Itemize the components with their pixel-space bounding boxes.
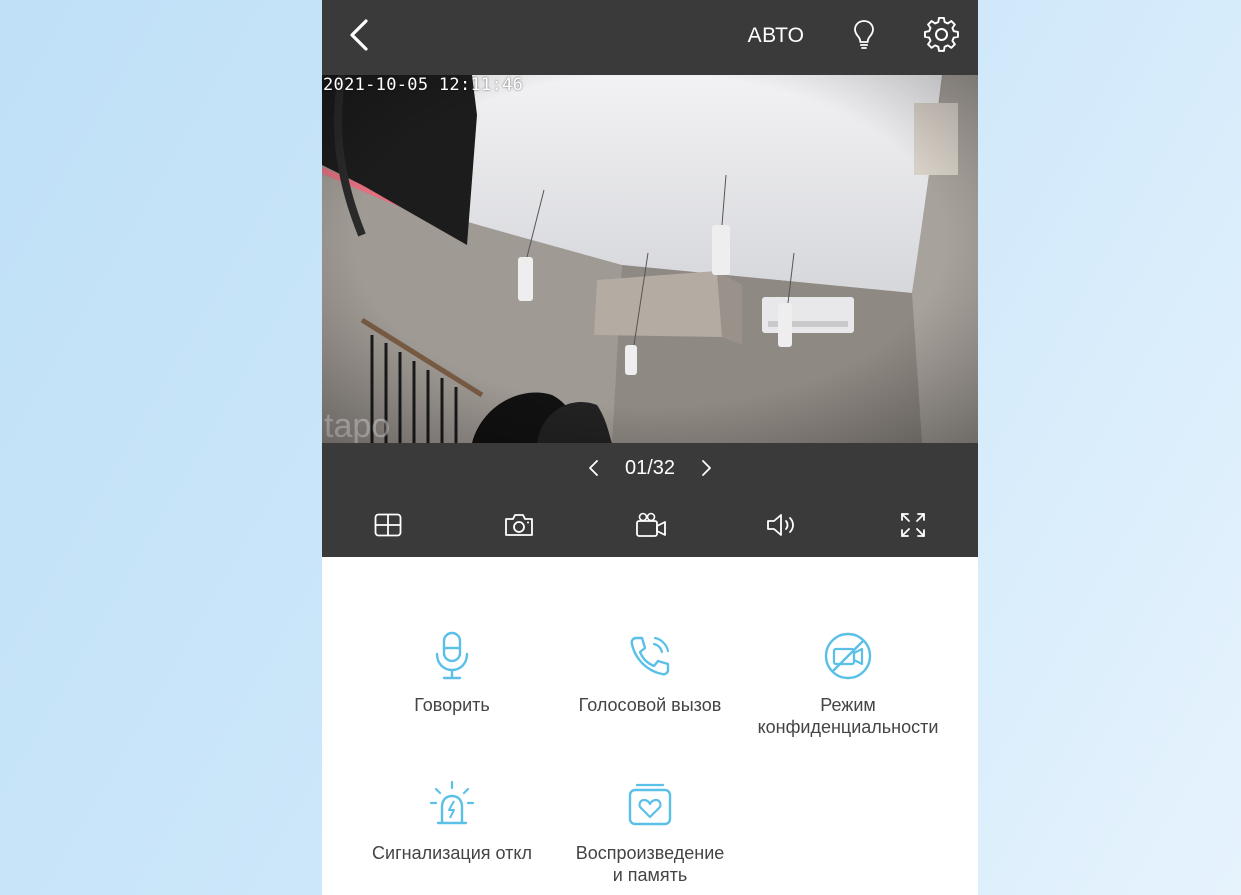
alarm-siren-icon [426, 778, 478, 830]
privacy-mode-icon [822, 630, 874, 682]
light-button[interactable] [846, 16, 882, 52]
microphone-icon [426, 630, 478, 682]
playback-memory-button[interactable]: Воспроизведение и память [550, 778, 750, 886]
previous-camera-button[interactable] [583, 456, 603, 480]
video-timestamp: 2021-10-05 12:11:46 [323, 75, 524, 95]
live-video-view[interactable]: tapo 2021-10-05 12:11:46 [322, 75, 978, 443]
grid-view-icon [374, 513, 402, 537]
lightbulb-icon [854, 20, 874, 49]
sound-button[interactable] [764, 507, 800, 543]
camera-page-counter: 01/32 [624, 456, 676, 479]
video-record-icon [636, 512, 666, 537]
playback-memory-icon [624, 778, 676, 830]
gear-icon [924, 17, 959, 52]
next-camera-button[interactable] [697, 456, 717, 480]
back-button[interactable] [342, 14, 376, 56]
camera-feed-image: tapo [322, 75, 978, 443]
speaker-icon [767, 514, 794, 536]
mode-auto-button[interactable]: АВТО [740, 22, 812, 50]
camera-pager: 01/32 [322, 443, 978, 493]
privacy-mode-label: Режим конфиденциальности [757, 695, 939, 737]
talk-label: Говорить [414, 695, 490, 715]
alarm-button[interactable]: Сигнализация откл [352, 778, 552, 864]
fullscreen-icon [901, 513, 925, 537]
chevron-right-icon [702, 460, 711, 476]
talk-button[interactable]: Говорить [352, 630, 552, 716]
chevron-left-icon [350, 19, 368, 51]
alarm-label: Сигнализация откл [372, 843, 532, 863]
voice-call-button[interactable]: Голосовой вызов [550, 630, 750, 716]
playback-memory-label: Воспроизведение и память [575, 843, 725, 885]
settings-button[interactable] [922, 15, 962, 55]
snapshot-button[interactable] [501, 507, 537, 543]
top-bar: АВТО [322, 0, 978, 75]
multi-view-button[interactable] [370, 507, 406, 543]
fullscreen-button[interactable] [895, 507, 931, 543]
player-controls [322, 493, 978, 557]
privacy-mode-button[interactable]: Режим конфиденциальности [748, 630, 948, 738]
record-video-button[interactable] [633, 507, 669, 543]
chevron-left-icon [589, 460, 598, 476]
camera-app-screen: АВТО 2021-10-05 12:11:46 01/32 Говорить … [322, 0, 978, 895]
camera-snapshot-icon [505, 514, 533, 536]
voice-call-label: Голосовой вызов [578, 695, 722, 715]
phone-call-icon [624, 630, 676, 682]
